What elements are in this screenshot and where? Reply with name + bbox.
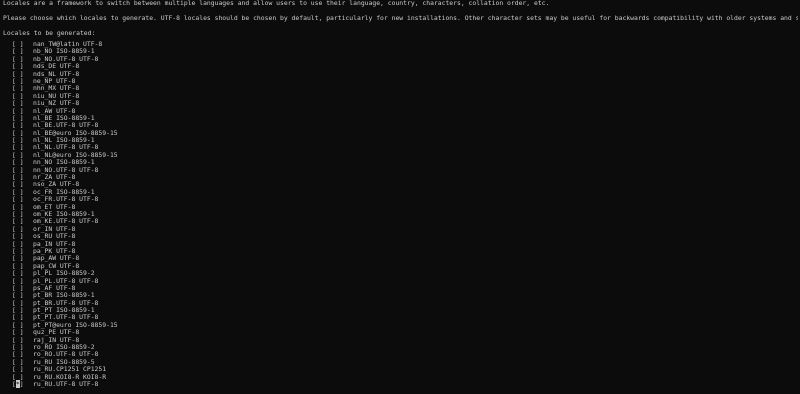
terminal-window: Locales are a framework to switch betwee… <box>3 0 798 394</box>
locale-checklist[interactable]: [ ] nan_TW@latin UTF-8[ ] nb_NO ISO-8859-1… <box>12 40 118 388</box>
locale-label: ru_RU.UTF-8 UTF-8 <box>33 379 99 388</box>
intro-instructions: Please choose which locales to generate.… <box>3 13 798 22</box>
locale-checkbox[interactable]: [*] <box>12 379 33 388</box>
intro-description: Locales are a framework to switch betwee… <box>3 0 550 7</box>
locale-option[interactable]: [*] ru_RU.UTF-8 UTF-8 <box>12 379 118 388</box>
locales-heading: Locales to be generated: <box>3 28 96 37</box>
